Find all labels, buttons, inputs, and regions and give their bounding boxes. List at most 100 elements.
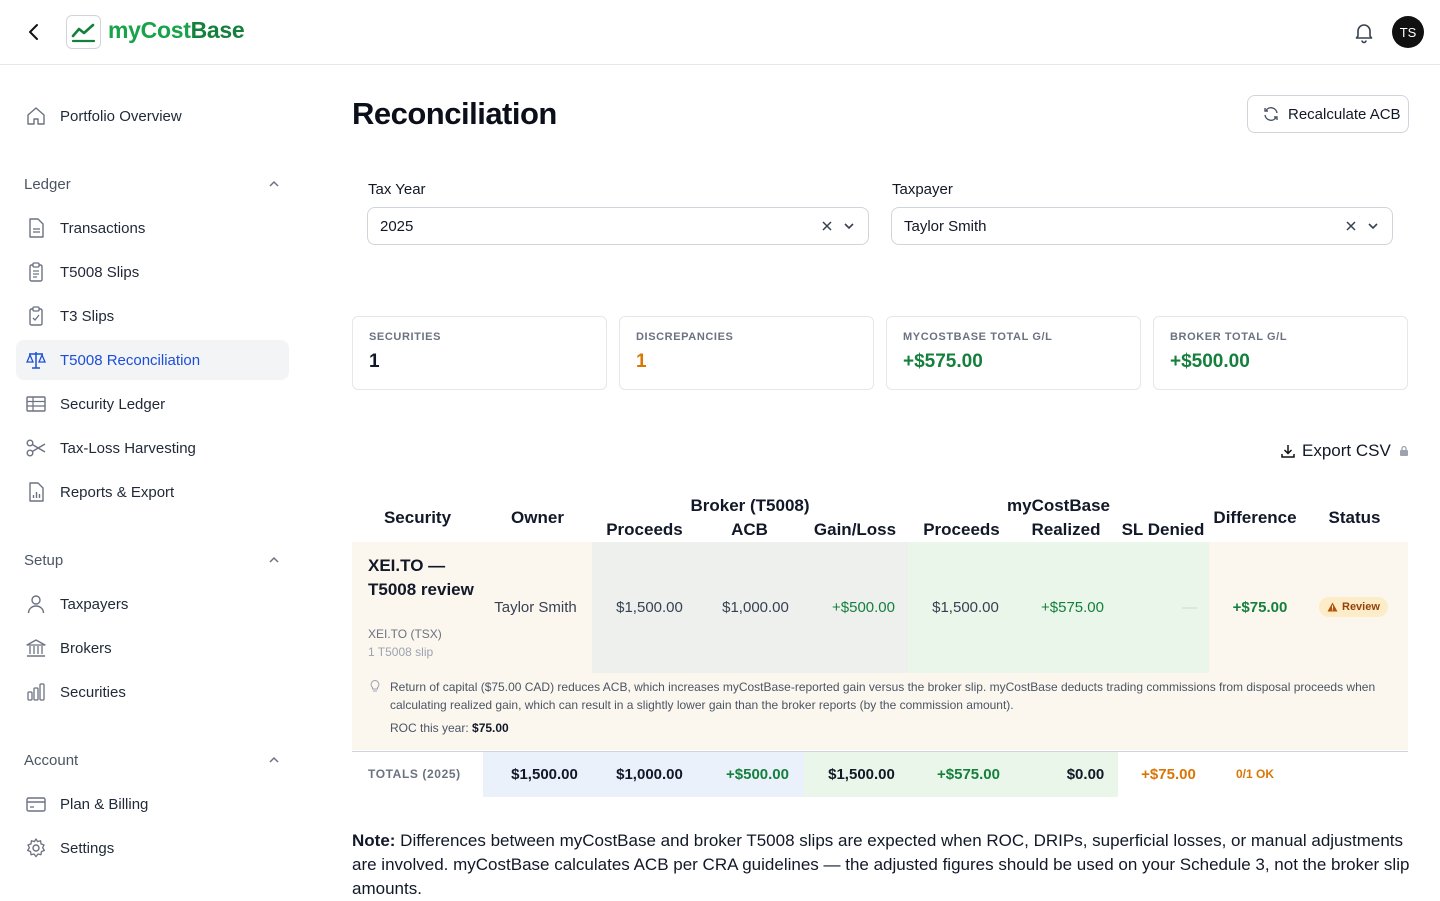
sidebar-item-t5008-slips[interactable]: T5008 Slips (16, 252, 289, 292)
export-csv-label: Export CSV (1302, 441, 1391, 460)
sidebar-item-label: Security Ledger (60, 395, 166, 413)
clear-icon[interactable] (820, 219, 834, 233)
mcb-proceeds-cell: $1,500.00 (932, 599, 999, 616)
totals-broker-proceeds: $1,500.00 (511, 766, 578, 783)
avatar[interactable]: TS (1392, 16, 1424, 48)
warning-icon (1327, 602, 1338, 612)
lightbulb-icon (370, 679, 380, 692)
roc-line: ROC this year: $75.00 (390, 721, 509, 735)
section-toggle-ledger[interactable]: Ledger (24, 172, 281, 196)
sidebar-item-reports-export[interactable]: Reports & Export (16, 472, 289, 512)
col-group-broker: Broker (T5008) (690, 496, 810, 515)
stat-label: DISCREPANCIES (636, 331, 734, 343)
sidebar-item-plan-billing[interactable]: Plan & Billing (16, 784, 289, 824)
logo-chart-icon (66, 15, 101, 49)
col-group-mycostbase: myCostBase (1007, 496, 1110, 515)
totals-mcb-realized: +$575.00 (937, 766, 1000, 783)
top-bar: myCostBase TS (0, 0, 1440, 65)
owner-cell: Taylor Smith (494, 599, 577, 616)
sidebar-item-label: Taxpayers (60, 595, 129, 613)
bar-chart-icon (24, 680, 48, 704)
col-header-mcb-proceeds: Proceeds (923, 520, 1000, 539)
security-slip-count: 1 T5008 slip (368, 645, 434, 659)
sidebar-item-label: Tax-Loss Harvesting (60, 439, 196, 457)
chevron-down-icon[interactable] (1366, 219, 1380, 233)
stat-card-broker-gl: BROKER TOTAL G/L +$500.00 (1153, 316, 1408, 390)
broker-acb-cell: $1,000.00 (722, 599, 789, 616)
sidebar-item-tax-loss-harvesting[interactable]: Tax-Loss Harvesting (16, 428, 289, 468)
totals-mcb-proceeds: $1,500.00 (828, 766, 895, 783)
receipt-icon (24, 260, 48, 284)
stat-label: SECURITIES (369, 331, 442, 343)
section-title: Setup (24, 551, 64, 569)
recalculate-acb-button[interactable]: Recalculate ACB (1247, 95, 1409, 133)
sidebar-item-label: T5008 Reconciliation (60, 351, 201, 369)
section-toggle-account[interactable]: Account (24, 748, 281, 772)
sidebar-item-portfolio-overview[interactable]: Portfolio Overview (16, 96, 289, 136)
sidebar-item-label: Portfolio Overview (60, 107, 182, 125)
lock-icon (1399, 445, 1408, 456)
stat-label: MYCOSTBASE TOTAL G/L (903, 331, 1053, 343)
security-ticker: XEI.TO (TSX) (368, 627, 442, 641)
sidebar-item-label: Reports & Export (60, 483, 175, 501)
sidebar-item-label: Transactions (60, 219, 146, 237)
sidebar-item-brokers[interactable]: Brokers (16, 628, 289, 668)
sidebar-item-settings[interactable]: Settings (16, 828, 289, 868)
col-header-broker-proceeds: Proceeds (606, 520, 683, 539)
table-icon (24, 392, 48, 416)
chevron-up-icon (269, 756, 279, 763)
back-arrow-icon[interactable] (22, 20, 46, 44)
col-header-broker-acb: ACB (731, 520, 768, 539)
sidebar-item-security-ledger[interactable]: Security Ledger (16, 384, 289, 424)
sidebar-item-taxpayers[interactable]: Taxpayers (16, 584, 289, 624)
taxpayer-select[interactable]: Taylor Smith (891, 207, 1393, 245)
totals-broker-acb: $1,000.00 (616, 766, 683, 783)
stat-value: +$575.00 (903, 351, 983, 372)
note-label: Note: (352, 831, 396, 850)
brand-name[interactable]: myCostBase (108, 17, 245, 44)
security-name[interactable]: XEI.TO — T5008 review (368, 554, 478, 602)
download-icon (1281, 445, 1295, 458)
section-title: Ledger (24, 175, 71, 193)
bank-icon (24, 636, 48, 660)
broker-proceeds-cell: $1,500.00 (616, 599, 683, 616)
note-text: Differences between myCostBase and broke… (352, 831, 1410, 898)
section-toggle-setup[interactable]: Setup (24, 548, 281, 572)
sidebar-item-label: Plan & Billing (60, 795, 149, 813)
recalculate-acb-label: Recalculate ACB (1288, 105, 1401, 123)
sidebar-item-securities[interactable]: Securities (16, 672, 289, 712)
roc-value: $75.00 (472, 721, 509, 735)
totals-status: 0/1 OK (1236, 767, 1275, 781)
stat-value: 1 (636, 351, 647, 372)
taxpayer-label: Taxpayer (892, 181, 953, 198)
taxpayer-value: Taylor Smith (904, 217, 987, 235)
col-header-owner: Owner (511, 508, 564, 527)
stat-card-mycostbase-gl: MYCOSTBASE TOTAL G/L +$575.00 (886, 316, 1141, 390)
gear-icon (24, 836, 48, 860)
sidebar-item-t3-slips[interactable]: T3 Slips (16, 296, 289, 336)
col-header-broker-gain: Gain/Loss (813, 520, 897, 539)
mcb-realized-cell: +$575.00 (1041, 599, 1104, 616)
roc-label: ROC this year: (390, 721, 469, 735)
sidebar-item-label: Settings (60, 839, 115, 857)
tax-year-value: 2025 (380, 217, 414, 235)
clear-icon[interactable] (1344, 219, 1358, 233)
chevron-down-icon[interactable] (842, 219, 856, 233)
sidebar-item-transactions[interactable]: Transactions (16, 208, 289, 248)
bell-icon[interactable] (1352, 20, 1376, 44)
tax-year-select[interactable]: 2025 (367, 207, 869, 245)
sidebar: Portfolio Overview Ledger Transactions T… (0, 65, 305, 900)
status-badge[interactable]: Review (1319, 597, 1388, 617)
sidebar-item-label: Brokers (60, 639, 112, 657)
status-label: Review (1342, 601, 1380, 613)
credit-card-icon (24, 792, 48, 816)
col-header-status: Status (1328, 508, 1381, 527)
refresh-icon (1264, 107, 1278, 121)
row-explanation: Return of capital ($75.00 CAD) reduces A… (390, 680, 1376, 712)
scale-icon (24, 348, 48, 372)
brand-part-b: Base (190, 17, 245, 43)
stat-value: +$500.00 (1170, 351, 1250, 372)
stat-value: 1 (369, 351, 380, 372)
export-csv-button[interactable]: Export CSV (1280, 440, 1415, 462)
sidebar-item-t5008-reconciliation[interactable]: T5008 Reconciliation (16, 340, 289, 380)
